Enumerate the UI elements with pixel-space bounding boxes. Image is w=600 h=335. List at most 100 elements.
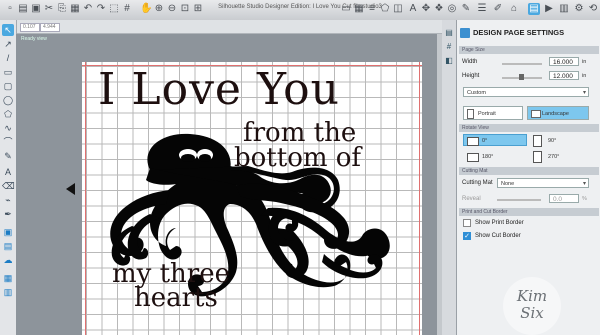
panel-grid-icon[interactable]: # [444,42,454,52]
transform-icon[interactable]: ✥ [420,3,432,15]
eyedropper-icon[interactable]: ✒ [2,208,14,220]
show-print-border-checkbox[interactable] [463,219,471,227]
rectangle-tool-icon[interactable]: ▭ [2,66,14,78]
select-all-icon[interactable]: ⬚ [108,3,120,15]
page-setup-icon[interactable]: ▭ [340,3,352,15]
panel-fill-icon[interactable]: ◧ [444,56,454,66]
watermark-logo: Kim Six [503,277,561,335]
zoom-out-icon[interactable]: ⊖ [166,3,178,15]
store-icon[interactable]: ⌂ [508,3,520,15]
cut-border-right [419,62,420,335]
panel-header: DESIGN PAGE SETTINGS [457,26,600,40]
design-text-hearts[interactable]: hearts [134,283,218,313]
line-color-icon[interactable]: ◫ [392,3,404,15]
curve-tool-icon[interactable]: ∿ [2,122,14,134]
rotate-270-button[interactable]: 270° [529,150,589,163]
design-page-icon [460,28,470,38]
grid-icon[interactable]: # [121,3,133,15]
freehand-tool-icon[interactable]: ✎ [2,150,14,162]
title-bar: Silhouette Studio Designer Edition: I Lo… [0,0,600,21]
copy-icon[interactable]: ⎘ [56,3,68,15]
width-input[interactable]: 16.000 [549,57,579,66]
cutting-mat-value: None [501,181,515,187]
line-style-icon[interactable]: ≡ [366,3,378,15]
new-document-icon[interactable]: ▫ [4,3,16,15]
eraser-tool-icon[interactable]: ⌫ [2,180,15,192]
design-icon[interactable]: ✐ [492,3,504,15]
polygon-tool-icon[interactable]: ⬠ [2,108,14,120]
panel-title: DESIGN PAGE SETTINGS [473,28,565,37]
page-size-select[interactable]: Custom ▾ [463,87,589,97]
undo-icon[interactable]: ↶ [82,3,94,15]
cloud-icon[interactable]: ☁ [2,254,14,266]
knife-tool-icon[interactable]: ⌁ [2,194,14,206]
cutting-mat-select[interactable]: None ▾ [497,178,589,188]
line-tool-icon[interactable]: / [2,52,14,64]
panel-icon-strip: ▤ # ◧ [442,20,456,335]
zoom-fit-icon[interactable]: ⊡ [179,3,191,15]
rotate-180-button[interactable]: 180° [463,150,527,162]
fonts-panel-icon[interactable]: ▥ [2,286,14,298]
design-page-settings-icon[interactable]: ▤ [528,3,540,15]
design-text-bottom-of[interactable]: bottom of [234,143,361,173]
save-icon[interactable]: ▣ [30,3,42,15]
edit-points-icon[interactable]: ↗ [2,38,14,50]
trace-icon[interactable]: ✎ [460,3,472,15]
redo-icon[interactable]: ↷ [95,3,107,15]
library-icon[interactable]: ▥ [558,3,570,15]
text-style-icon[interactable]: A [407,3,419,15]
rotate-0-button[interactable]: 0° [463,134,527,146]
send-icon[interactable]: ⟲ [587,3,599,15]
arc-tool-icon[interactable]: ⌒ [2,136,14,148]
cutting-mat-section: Cutting Mat [459,167,599,175]
library-panel-icon[interactable]: ▣ [2,226,14,238]
rotate-270-icon [533,151,542,163]
reveal-slider[interactable] [497,199,541,201]
zoom-in-icon[interactable]: ⊕ [153,3,165,15]
reveal-label: Reveal [462,196,481,202]
text-tool-icon[interactable]: A [2,166,14,178]
landscape-button[interactable]: Landscape [527,106,589,120]
show-print-border-label: Show Print Border [475,220,524,226]
page-size-value: Custom [467,90,486,96]
show-cut-border-label: Show Cut Border [475,233,521,239]
landscape-icon [531,110,541,118]
cut-settings-icon[interactable]: ⚙ [573,3,585,15]
cut-border-left [85,62,86,335]
offset-icon[interactable]: ◎ [446,3,458,15]
rotate-0-icon [467,137,479,146]
chevron-down-icon: ▾ [582,90,586,96]
rounded-rectangle-icon[interactable]: ▢ [2,80,14,92]
reveal-unit: % [582,196,587,202]
height-input[interactable]: 12.000 [549,71,579,80]
height-slider-knob[interactable] [519,74,524,80]
cut-icon[interactable]: ✂ [43,3,55,15]
chevron-down-icon: ▾ [582,181,586,187]
send-to-cutter-icon[interactable]: ▶ [543,3,555,15]
watermark-line-1: Kim [516,287,548,305]
layers-icon[interactable]: ☰ [476,3,488,15]
grid-settings-icon[interactable]: ▦ [353,3,365,15]
pan-icon[interactable]: ✋ [140,3,152,15]
rotate-90-button[interactable]: 90° [529,134,589,147]
paste-icon[interactable]: ▦ [69,3,81,15]
rotate-view-section: Rotate View [459,124,599,132]
open-icon[interactable]: ▤ [17,3,29,15]
panel-page-icon[interactable]: ▤ [444,28,454,38]
reveal-input[interactable]: 0.0 [549,194,579,203]
x-position-field[interactable]: 0.107 [20,23,40,32]
portrait-button[interactable]: Portrait [463,106,523,120]
replicate-icon[interactable]: ❖ [433,3,445,15]
ellipse-tool-icon[interactable]: ◯ [2,94,14,106]
store-panel-icon[interactable]: ▤ [2,240,14,252]
width-slider[interactable] [502,63,542,65]
landscape-label: Landscape [542,111,569,117]
fill-color-icon[interactable]: ⬠ [379,3,391,15]
show-cut-border-checkbox[interactable]: ✓ [463,232,471,240]
design-text-i-love-you[interactable]: I Love You [98,64,340,115]
select-tool-icon[interactable]: ↖ [2,24,14,36]
y-position-field[interactable]: 4.944 [40,23,60,32]
rotate-180-icon [467,153,479,162]
media-panel-icon[interactable]: ▦ [2,272,14,284]
zoom-page-icon[interactable]: ⊞ [192,3,204,15]
